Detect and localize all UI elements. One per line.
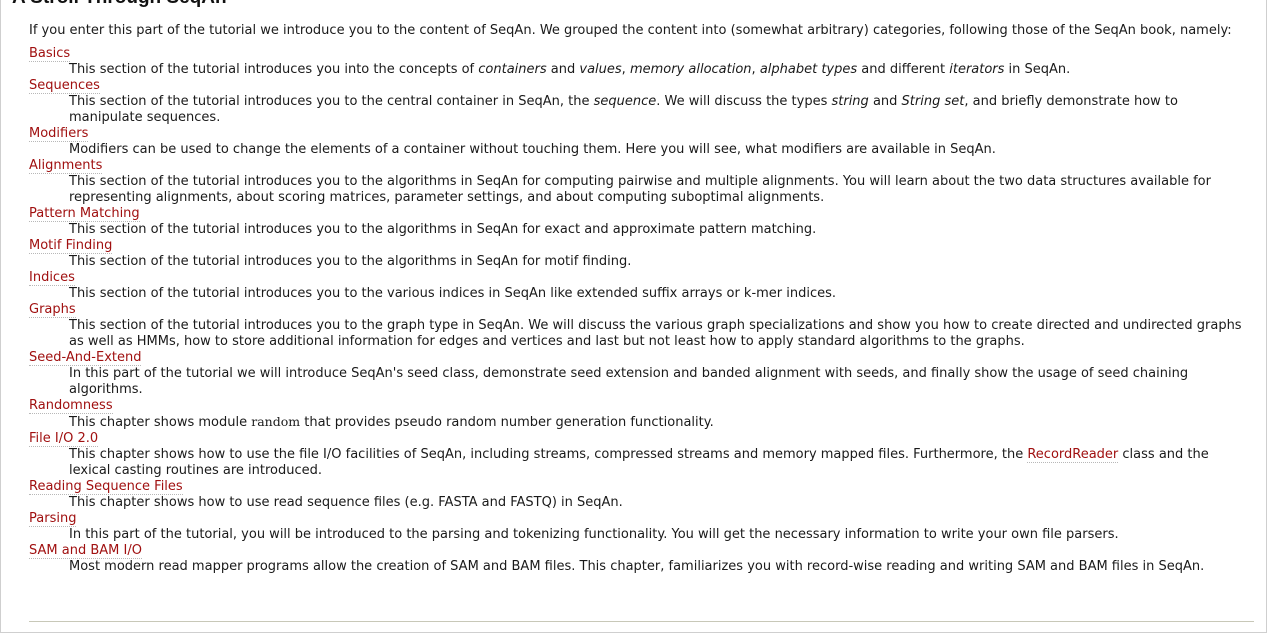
inline-link[interactable]: RecordReader	[1027, 447, 1119, 463]
section-link-basics[interactable]: Basics	[29, 46, 71, 62]
description-text: In this part of the tutorial we will int…	[69, 366, 1189, 397]
section-link-reading-sequence-files[interactable]: Reading Sequence Files	[29, 479, 183, 495]
description-text: . We will discuss the types	[656, 94, 832, 109]
section-term-graphs: Graphs	[29, 302, 1254, 318]
description-text: and	[546, 62, 580, 77]
description-text: that provides pseudo random number gener…	[300, 415, 714, 430]
section-link-indices[interactable]: Indices	[29, 270, 75, 286]
section-description-modifiers: Modifiers can be used to change the elem…	[69, 142, 1254, 158]
description-text: Most modern read mapper programs allow t…	[69, 559, 1205, 574]
emphasis-text: String set	[901, 94, 965, 109]
description-text: This section of the tutorial introduces …	[69, 286, 837, 301]
emphasis-text: iterators	[949, 62, 1005, 77]
emphasis-text: memory allocation	[629, 62, 752, 77]
section-term-randomness: Randomness	[29, 398, 1254, 414]
code-text: random	[251, 414, 301, 429]
section-description-parsing: In this part of the tutorial, you will b…	[69, 527, 1254, 543]
description-text: This section of the tutorial introduces …	[69, 222, 817, 237]
section-link-seed-and-extend[interactable]: Seed-And-Extend	[29, 350, 142, 366]
section-description-pattern-matching: This section of the tutorial introduces …	[69, 222, 1254, 238]
section-description-motif-finding: This section of the tutorial introduces …	[69, 254, 1254, 270]
section-link-alignments[interactable]: Alignments	[29, 158, 103, 174]
section-term-motif-finding: Motif Finding	[29, 238, 1254, 254]
section-link-motif-finding[interactable]: Motif Finding	[29, 238, 113, 254]
horizontal-rule	[29, 621, 1254, 622]
section-link-graphs[interactable]: Graphs	[29, 302, 76, 318]
emphasis-text: containers	[478, 62, 547, 77]
section-term-modifiers: Modifiers	[29, 126, 1254, 142]
section-link-sam-and-bam-i-o[interactable]: SAM and BAM I/O	[29, 543, 142, 559]
description-text: in SeqAn.	[1004, 62, 1071, 77]
emphasis-text: sequence	[593, 94, 657, 109]
section-term-reading-sequence-files: Reading Sequence Files	[29, 479, 1254, 495]
section-description-basics: This section of the tutorial introduces …	[69, 62, 1254, 78]
page-heading: A Stroll Through SeqAn	[12, 0, 227, 8]
section-link-randomness[interactable]: Randomness	[29, 398, 113, 414]
description-text: This section of the tutorial introduces …	[69, 94, 594, 109]
description-text: ,	[751, 62, 760, 77]
section-link-file-i-o-2-0[interactable]: File I/O 2.0	[29, 431, 99, 447]
section-description-sam-and-bam-i-o: Most modern read mapper programs allow t…	[69, 559, 1254, 575]
emphasis-text: string	[831, 94, 869, 109]
section-term-file-i-o-2-0: File I/O 2.0	[29, 431, 1254, 447]
description-text: In this part of the tutorial, you will b…	[69, 527, 1119, 542]
description-text: This chapter shows module	[69, 415, 252, 430]
section-link-sequences[interactable]: Sequences	[29, 78, 100, 94]
section-description-randomness: This chapter shows module random that pr…	[69, 414, 1254, 431]
description-text: This chapter shows how to use the file I…	[69, 447, 1028, 462]
emphasis-text: values	[579, 62, 622, 77]
description-text: This chapter shows how to use read seque…	[69, 495, 623, 510]
section-description-seed-and-extend: In this part of the tutorial we will int…	[69, 366, 1254, 398]
section-list: Basics This section of the tutorial intro…	[29, 46, 1254, 575]
description-text: This section of the tutorial introduces …	[69, 62, 479, 77]
section-description-reading-sequence-files: This chapter shows how to use read seque…	[69, 495, 1254, 511]
description-text: This section of the tutorial introduces …	[69, 174, 1211, 205]
intro-paragraph: If you enter this part of the tutorial w…	[29, 23, 1232, 38]
section-description-graphs: This section of the tutorial introduces …	[69, 318, 1254, 350]
section-description-sequences: This section of the tutorial introduces …	[69, 94, 1254, 126]
section-term-pattern-matching: Pattern Matching	[29, 206, 1254, 222]
description-text: This section of the tutorial introduces …	[69, 254, 632, 269]
main-content: If you enter this part of the tutorial w…	[29, 23, 1254, 575]
section-term-indices: Indices	[29, 270, 1254, 286]
description-text: This section of the tutorial introduces …	[69, 318, 1242, 349]
section-description-alignments: This section of the tutorial introduces …	[69, 174, 1254, 206]
description-text: and	[868, 94, 902, 109]
section-term-basics: Basics	[29, 46, 1254, 62]
section-term-seed-and-extend: Seed-And-Extend	[29, 350, 1254, 366]
section-term-sequences: Sequences	[29, 78, 1254, 94]
section-link-modifiers[interactable]: Modifiers	[29, 126, 89, 142]
section-description-file-i-o-2-0: This chapter shows how to use the file I…	[69, 447, 1254, 479]
description-text: and different	[857, 62, 950, 77]
section-link-pattern-matching[interactable]: Pattern Matching	[29, 206, 140, 222]
section-term-parsing: Parsing	[29, 511, 1254, 527]
description-text: ,	[621, 62, 630, 77]
section-term-sam-and-bam-i-o: SAM and BAM I/O	[29, 543, 1254, 559]
section-description-indices: This section of the tutorial introduces …	[69, 286, 1254, 302]
description-text: Modifiers can be used to change the elem…	[69, 142, 996, 157]
section-link-parsing[interactable]: Parsing	[29, 511, 77, 527]
section-term-alignments: Alignments	[29, 158, 1254, 174]
emphasis-text: alphabet types	[759, 62, 858, 77]
